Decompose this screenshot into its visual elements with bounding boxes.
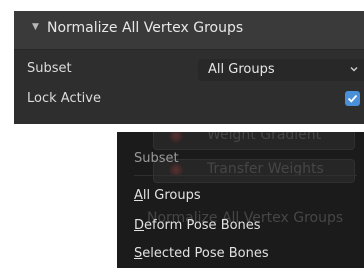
chevron-down-icon — [350, 67, 358, 72]
checkmark-icon — [347, 94, 358, 103]
menu-title: Subset — [134, 151, 179, 166]
lock-active-label: Lock Active — [27, 91, 101, 106]
disclosure-triangle-icon[interactable]: ▼ — [32, 22, 39, 32]
operator-panel: ▼ Normalize All Vertex Groups Subset All… — [14, 11, 364, 124]
operator-title: Normalize All Vertex Groups — [47, 20, 244, 36]
weight-gradient-text: Weight Gradient — [207, 132, 322, 143]
lock-active-checkbox[interactable] — [345, 91, 360, 106]
menu-separator — [134, 175, 357, 176]
menu-item-all-groups[interactable]: All Groups — [134, 188, 201, 203]
subset-dropdown-value: All Groups — [208, 62, 275, 77]
menu-item-deform-pose-bones[interactable]: Deform Pose Bones — [134, 218, 261, 233]
menu-item-selected-pose-bones[interactable]: Selected Pose Bones — [134, 246, 269, 261]
operator-panel-header[interactable]: ▼ Normalize All Vertex Groups — [14, 11, 364, 50]
subset-dropdown[interactable]: All Groups — [198, 59, 364, 81]
subset-popup-menu: Weight Gradient Transfer Weights Normali… — [117, 132, 364, 268]
subset-label: Subset — [27, 61, 72, 76]
